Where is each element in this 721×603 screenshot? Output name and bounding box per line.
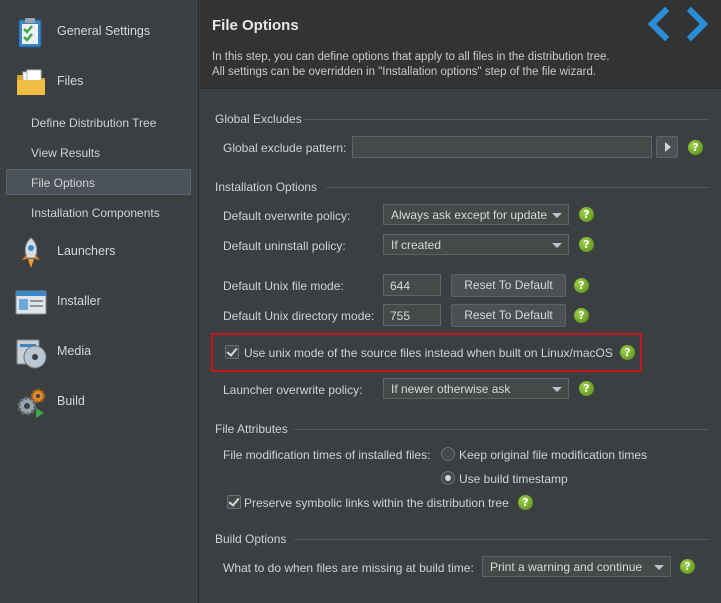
sidebar-item-build[interactable]: Build: [0, 382, 199, 422]
use-unix-mode-checkbox[interactable]: [225, 345, 239, 359]
chevron-down-icon: [552, 243, 562, 248]
section-title-global-excludes: Global Excludes: [215, 112, 302, 126]
launcher-overwrite-value: If newer otherwise ask: [391, 382, 511, 396]
unix-file-mode-value: 644: [390, 279, 411, 293]
preserve-symlinks-label[interactable]: Preserve symbolic links within the distr…: [244, 496, 509, 510]
sidebar-item-label: Media: [57, 344, 92, 358]
missing-files-value: Print a warning and continue: [490, 560, 643, 574]
help-icon[interactable]: ?: [579, 207, 594, 222]
sidebar-subitem-label: File Options: [31, 176, 96, 190]
sidebar-subitem-view-results[interactable]: View Results: [6, 140, 191, 166]
missing-files-select[interactable]: Print a warning and continue: [482, 556, 671, 577]
chevron-down-icon: [654, 565, 664, 570]
main-panel: File Options In this step, you can defin…: [200, 0, 721, 603]
play-arrow-icon: [665, 142, 671, 152]
sidebar-item-media[interactable]: Media: [0, 332, 199, 372]
exclude-pattern-edit-button[interactable]: [656, 136, 678, 158]
overwrite-policy-select[interactable]: Always ask except for update: [383, 204, 569, 225]
chevron-down-icon: [552, 387, 562, 392]
overwrite-policy-value: Always ask except for update: [391, 208, 548, 222]
help-icon[interactable]: ?: [574, 278, 589, 293]
sidebar-subitem-file-options[interactable]: File Options: [6, 169, 191, 195]
uninstall-policy-label: Default uninstall policy:: [223, 239, 346, 253]
help-icon[interactable]: ?: [574, 308, 589, 323]
use-build-timestamp-label[interactable]: Use build timestamp: [459, 472, 568, 486]
checkmark-icon: [226, 345, 238, 357]
section-divider: [294, 539, 709, 540]
sidebar-item-files[interactable]: Files: [0, 62, 199, 102]
sidebar-item-launchers[interactable]: Launchers: [0, 232, 199, 272]
radio-selected-dot: [445, 475, 451, 481]
section-title-installation-options: Installation Options: [215, 180, 318, 194]
step-description: All settings can be overridden in "Insta…: [212, 66, 597, 78]
sidebar-subitem-label: Define Distribution Tree: [31, 116, 157, 130]
help-icon[interactable]: ?: [688, 140, 703, 155]
sidebar-subitem-define-distribution-tree[interactable]: Define Distribution Tree: [6, 110, 191, 136]
installer-window-icon: [15, 290, 47, 315]
help-icon[interactable]: ?: [680, 559, 695, 574]
uninstall-policy-value: If created: [391, 238, 442, 252]
uninstall-policy-select[interactable]: If created: [383, 234, 569, 255]
use-build-timestamp-radio[interactable]: [441, 471, 455, 485]
sidebar-item-label: Files: [57, 74, 84, 88]
step-description: In this step, you can define options tha…: [212, 51, 610, 63]
section-divider: [304, 119, 709, 120]
section-title-file-attributes: File Attributes: [215, 422, 288, 436]
unix-dir-mode-label: Default Unix directory mode:: [223, 309, 375, 323]
reset-dir-mode-button[interactable]: Reset To Default: [451, 304, 566, 327]
sidebar-subitem-installation-components[interactable]: Installation Components: [6, 200, 191, 226]
keep-original-times-label[interactable]: Keep original file modification times: [459, 448, 647, 462]
rocket-icon: [22, 237, 40, 268]
folder-files-icon: [17, 69, 45, 95]
clipboard-check-icon: [18, 18, 42, 48]
sidebar-item-label: Installer: [57, 294, 101, 308]
launcher-overwrite-label: Launcher overwrite policy:: [223, 383, 363, 397]
sidebar-item-installer[interactable]: Installer: [0, 282, 199, 322]
sidebar-subitem-label: Installation Components: [31, 206, 160, 220]
section-divider: [294, 429, 709, 430]
overwrite-policy-label: Default overwrite policy:: [223, 209, 351, 223]
keep-original-times-radio[interactable]: [441, 447, 455, 461]
modification-times-label: File modification times of installed fil…: [223, 448, 431, 462]
global-exclude-pattern-label: Global exclude pattern:: [223, 141, 347, 155]
checkmark-icon: [228, 495, 240, 507]
sidebar-subitem-label: View Results: [31, 146, 101, 160]
unix-dir-mode-input[interactable]: 755: [383, 304, 441, 326]
unix-dir-mode-value: 755: [390, 309, 411, 323]
chevron-left-icon[interactable]: [643, 6, 675, 42]
preserve-symlinks-checkbox[interactable]: [227, 495, 241, 509]
help-icon[interactable]: ?: [620, 345, 635, 360]
chevron-down-icon: [552, 213, 562, 218]
help-icon[interactable]: ?: [518, 495, 533, 510]
launcher-overwrite-select[interactable]: If newer otherwise ask: [383, 378, 569, 399]
help-icon[interactable]: ?: [579, 381, 594, 396]
page-title: File Options: [212, 17, 299, 34]
global-exclude-pattern-input[interactable]: [352, 136, 652, 158]
chevron-right-icon[interactable]: [681, 6, 713, 42]
sidebar-item-label: Launchers: [57, 244, 116, 258]
sidebar-item-label: General Settings: [57, 24, 151, 38]
use-unix-mode-label[interactable]: Use unix mode of the source files instea…: [244, 346, 613, 360]
sidebar: General Settings Files Define Distributi…: [0, 0, 199, 603]
gears-build-icon: [17, 388, 46, 418]
reset-file-mode-button[interactable]: Reset To Default: [451, 274, 566, 297]
step-header: File Options In this step, you can defin…: [200, 0, 721, 89]
media-disc-icon: [16, 339, 47, 369]
sidebar-item-label: Build: [57, 394, 85, 408]
section-title-build-options: Build Options: [215, 532, 287, 546]
section-divider: [326, 187, 709, 188]
unix-file-mode-input[interactable]: 644: [383, 274, 441, 296]
help-icon[interactable]: ?: [579, 237, 594, 252]
missing-files-label: What to do when files are missing at bui…: [223, 561, 474, 575]
sidebar-item-general-settings[interactable]: General Settings: [0, 12, 199, 52]
unix-file-mode-label: Default Unix file mode:: [223, 279, 344, 293]
